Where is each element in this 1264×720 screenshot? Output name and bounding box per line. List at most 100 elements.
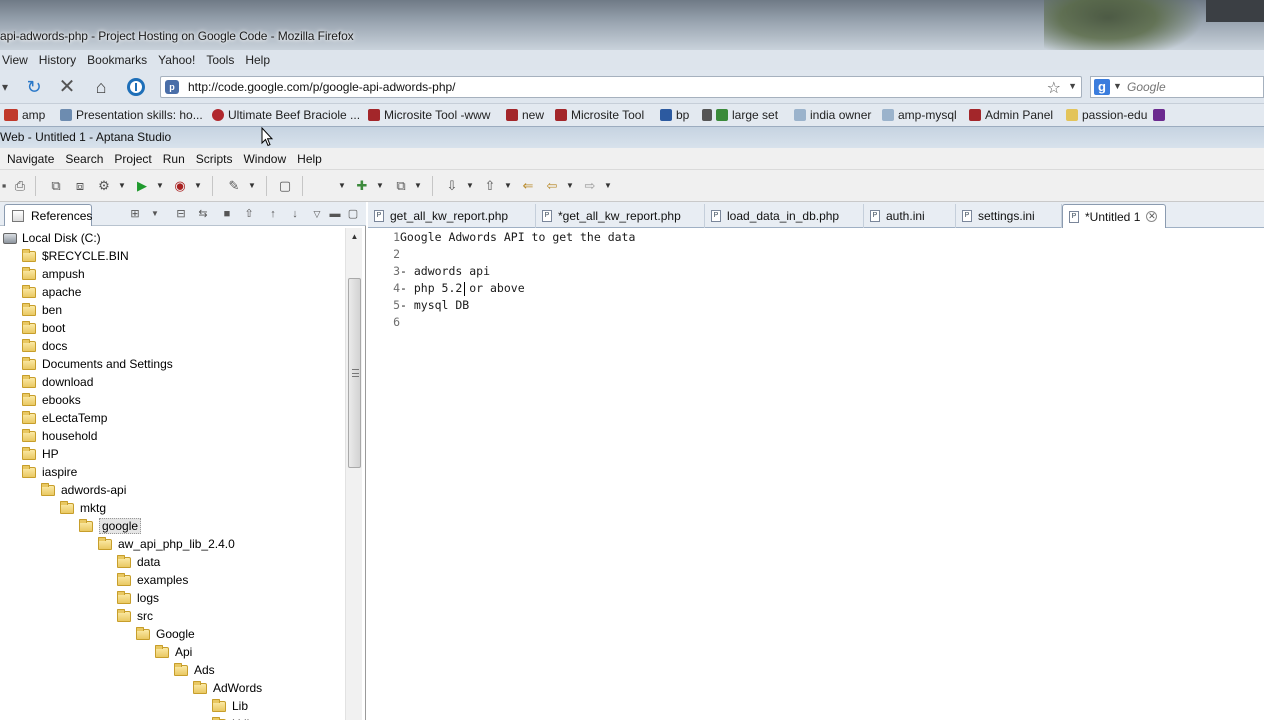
tree-item[interactable]: examples: [117, 571, 188, 589]
next-annotation-dropdown-icon[interactable]: ▼: [466, 178, 474, 194]
window-buttons[interactable]: [1206, 0, 1264, 22]
tree-item[interactable]: household: [22, 427, 97, 445]
wand-dropdown-icon[interactable]: ▼: [248, 178, 256, 194]
tree-item[interactable]: Ads: [174, 661, 215, 679]
stop-icon[interactable]: ✕: [56, 76, 78, 98]
previous-annotation-dropdown-icon[interactable]: ▼: [504, 178, 512, 194]
bookmark-bp[interactable]: bp: [660, 108, 689, 122]
sync-icon[interactable]: ⧈: [72, 178, 88, 194]
bookmark-microsite-tool-www[interactable]: Microsite Tool -www: [368, 108, 490, 122]
perspective-dropdown-icon[interactable]: ▼: [338, 178, 346, 194]
close-tab-icon[interactable]: ✕: [1146, 211, 1158, 222]
print-icon[interactable]: ⎙: [12, 178, 28, 194]
tree-item[interactable]: aw_api_php_lib_2.4.0: [98, 535, 235, 553]
wand-icon[interactable]: ✎: [226, 178, 242, 194]
up-icon[interactable]: ⇧: [242, 207, 256, 221]
tree-item[interactable]: Google: [136, 625, 195, 643]
tree-scrollbar[interactable]: ▲: [345, 228, 362, 720]
menu-window[interactable]: Window: [243, 152, 286, 166]
tree-item[interactable]: google: [79, 517, 142, 535]
publish-icon[interactable]: ⧉: [48, 178, 64, 194]
arrow-up-icon[interactable]: ↑: [266, 207, 280, 221]
menu-navigate[interactable]: Navigate: [7, 152, 54, 166]
new-folder-icon[interactable]: ⊞: [128, 207, 142, 221]
tree-item[interactable]: AdWords: [193, 679, 262, 697]
tree-item[interactable]: HP: [22, 445, 59, 463]
addon-icon[interactable]: [125, 76, 147, 98]
debug-dropdown-icon[interactable]: ▼: [118, 178, 126, 194]
menu-view[interactable]: View: [2, 53, 28, 67]
menu-history[interactable]: History: [39, 53, 76, 67]
tree-item[interactable]: docs: [22, 337, 67, 355]
editor-tab[interactable]: Pauth.ini: [864, 204, 956, 228]
new-window-icon[interactable]: ▢: [277, 178, 293, 194]
bookmark-large-set[interactable]: large set: [702, 108, 778, 122]
stop-icon[interactable]: ■: [220, 207, 234, 221]
code-line[interactable]: 6: [368, 314, 400, 331]
bookmark-admin-panel[interactable]: Admin Panel: [969, 108, 1053, 122]
forward-icon[interactable]: ⇨: [582, 178, 598, 194]
engine-dropdown-icon[interactable]: ▼: [1113, 81, 1122, 91]
code-line[interactable]: 2: [368, 246, 400, 263]
home-icon[interactable]: ⌂: [90, 76, 112, 98]
external-tools-dropdown-icon[interactable]: ▼: [194, 178, 202, 194]
tree-item[interactable]: src: [117, 607, 153, 625]
previous-annotation-icon[interactable]: ⇧: [482, 178, 498, 194]
search-input[interactable]: [1127, 79, 1261, 95]
menu-run[interactable]: Run: [163, 152, 185, 166]
menu-help-aptana[interactable]: Help: [297, 152, 322, 166]
reload-icon[interactable]: ↻: [23, 76, 45, 98]
bookmark-amp[interactable]: amp: [4, 108, 45, 122]
panel-menu-icon[interactable]: ▽: [310, 207, 324, 221]
open-resource-dropdown-icon[interactable]: ▼: [414, 178, 422, 194]
tree-item[interactable]: iaspire: [22, 463, 77, 481]
url-bar[interactable]: p http://code.google.com/p/google-api-ad…: [160, 76, 1082, 98]
tree-item[interactable]: mktg: [60, 499, 106, 517]
menu-yahoo[interactable]: Yahoo!: [158, 53, 195, 67]
tree-item[interactable]: data: [117, 553, 160, 571]
references-tab[interactable]: References: [4, 204, 92, 226]
arrow-down-icon[interactable]: ↓: [288, 207, 302, 221]
editor-tab[interactable]: P *Untitled 1 ✕: [1062, 204, 1166, 228]
tree-item[interactable]: ampush: [22, 265, 85, 283]
back-icon[interactable]: ⇦: [544, 178, 560, 194]
url-dropdown-icon[interactable]: ▼: [1068, 81, 1077, 91]
open-resource-icon[interactable]: ⧉: [393, 178, 409, 194]
bookmark-microsite-tool[interactable]: Microsite Tool: [555, 108, 644, 122]
tree-item[interactable]: apache: [22, 283, 81, 301]
code-line[interactable]: 1Google Adwords API to get the data: [368, 229, 635, 246]
minimize-icon[interactable]: ▬: [328, 207, 342, 221]
code-editor[interactable]: 1Google Adwords API to get the data 2 3- a…: [368, 228, 1264, 720]
bookmark-passion-edu[interactable]: passion-edu: [1066, 108, 1169, 122]
google-engine-icon[interactable]: g: [1094, 79, 1110, 95]
external-tools-icon[interactable]: ◉: [172, 178, 188, 194]
editor-tab[interactable]: Psettings.ini: [956, 204, 1062, 228]
bookmark-india-owner[interactable]: india owner: [794, 108, 871, 122]
history-dropdown-icon[interactable]: ▾: [0, 76, 16, 98]
search-box[interactable]: g ▼: [1090, 76, 1264, 98]
bookmark-amp-mysql[interactable]: amp-mysql: [882, 108, 957, 122]
tree-item[interactable]: boot: [22, 319, 65, 337]
tree-item[interactable]: Api: [155, 643, 192, 661]
next-annotation-icon[interactable]: ⇩: [444, 178, 460, 194]
plugin-icon[interactable]: ✚: [354, 178, 370, 194]
tree-item[interactable]: logs: [117, 589, 159, 607]
forward-dropdown-icon[interactable]: ▼: [604, 178, 612, 194]
bookmark-new[interactable]: new: [506, 108, 544, 122]
tree-item[interactable]: eLectaTemp: [22, 409, 107, 427]
collapse-all-icon[interactable]: ⊟: [174, 207, 188, 221]
last-edit-icon[interactable]: ⇐: [520, 178, 536, 194]
menu-tools[interactable]: Tools: [206, 53, 234, 67]
menu-scripts[interactable]: Scripts: [196, 152, 233, 166]
code-line[interactable]: 3- adwords api: [368, 263, 490, 280]
tree-item[interactable]: Lib: [212, 697, 248, 715]
editor-tab[interactable]: P *get_all_kw_report.php: [536, 204, 705, 228]
menu-help[interactable]: Help: [245, 53, 270, 67]
scrollbar-thumb[interactable]: [348, 278, 361, 468]
code-line[interactable]: 4- php 5.2 or above: [368, 280, 525, 297]
tree-item-drive[interactable]: Local Disk (C:): [3, 229, 101, 247]
tree-item[interactable]: Documents and Settings: [22, 355, 173, 373]
save-icon[interactable]: ▪: [0, 178, 12, 194]
editor-tab[interactable]: Pget_all_kw_report.php: [368, 204, 536, 228]
bookmark-beef-braciole[interactable]: Ultimate Beef Braciole ...: [212, 108, 360, 122]
